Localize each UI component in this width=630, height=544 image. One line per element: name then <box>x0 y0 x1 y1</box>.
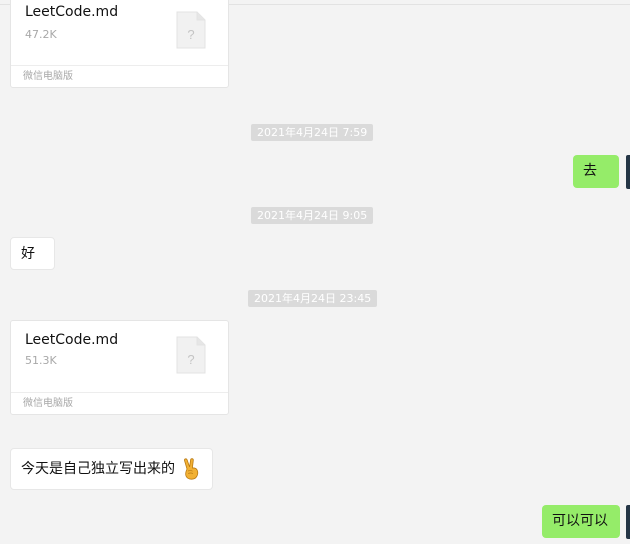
timestamp: 2021年4月24日 9:05 <box>251 207 374 224</box>
incoming-message[interactable]: 好 <box>10 237 55 270</box>
unknown-file-icon: ? <box>176 11 206 49</box>
message-text: 今天是自己独立写出来的 <box>21 461 175 477</box>
timestamp: 2021年4月24日 23:45 <box>248 290 378 307</box>
file-name: LeetCode.md <box>25 4 119 20</box>
file-source-label: 微信电脑版 <box>11 392 228 414</box>
svg-text:?: ? <box>187 352 194 367</box>
avatar[interactable] <box>626 155 630 189</box>
file-source-label: 微信电脑版 <box>11 65 228 87</box>
timestamp: 2021年4月24日 7:59 <box>251 124 374 141</box>
file-name: LeetCode.md <box>25 332 119 348</box>
incoming-message[interactable]: 今天是自己独立写出来的 <box>10 448 213 490</box>
outgoing-message[interactable]: 可以可以 <box>542 505 620 538</box>
file-message-card[interactable]: LeetCode.md 51.3K ? 微信电脑版 <box>10 320 229 415</box>
file-size: 51.3K <box>25 354 57 367</box>
svg-text:?: ? <box>187 27 194 42</box>
unknown-file-icon: ? <box>176 336 206 374</box>
file-message-card[interactable]: LeetCode.md 47.2K ? 微信电脑版 <box>10 0 229 88</box>
victory-hand-emoji-icon <box>184 458 199 480</box>
avatar[interactable] <box>626 505 630 539</box>
file-size: 47.2K <box>25 28 57 41</box>
outgoing-message[interactable]: 去 <box>573 155 619 188</box>
